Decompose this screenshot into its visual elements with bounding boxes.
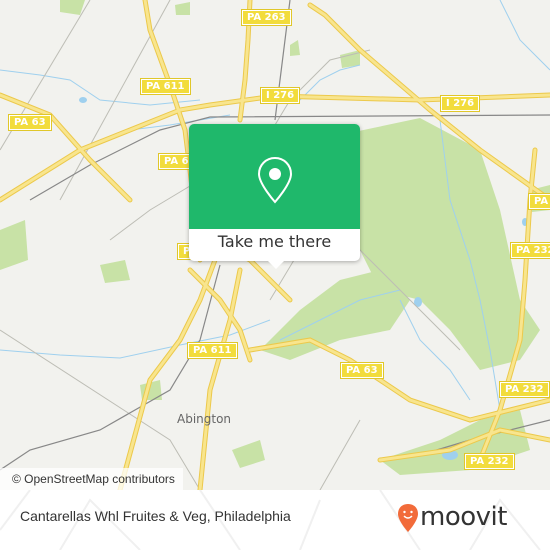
map-view[interactable]: PA 263 PA 611 I 276 I 276 PA 63 PA 6 PA … xyxy=(0,0,550,490)
road-shield-pa232: PA 232 xyxy=(510,242,550,259)
road-shield-pa263: PA 263 xyxy=(241,9,292,26)
place-name: Cantarellas Whl Fruites & Veg, Philadelp… xyxy=(20,508,291,524)
take-me-there-popup[interactable]: Take me there xyxy=(189,124,360,269)
map-attribution[interactable]: © OpenStreetMap contributors xyxy=(0,468,183,490)
location-pin-icon xyxy=(257,156,293,204)
popup-pointer xyxy=(267,260,285,269)
moovit-logo-icon xyxy=(398,504,418,532)
road-shield-pa63: PA 63 xyxy=(340,362,384,379)
road-shield-pa232: PA 232 xyxy=(499,381,550,398)
road-shield-pa63: PA 63 xyxy=(8,114,52,131)
road-shield-pa: PA xyxy=(527,193,550,210)
popup-header xyxy=(189,124,360,229)
road-shield-i276: I 276 xyxy=(439,95,481,112)
road-shield-pa611: PA 611 xyxy=(140,78,191,95)
moovit-logo-text: moovit xyxy=(420,502,507,532)
town-label-abington: Abington xyxy=(177,412,232,426)
road-shield-pa232: PA 232 xyxy=(464,453,515,470)
road-shield-i276: I 276 xyxy=(259,87,301,104)
road-shield-pa611: PA 611 xyxy=(187,342,238,359)
take-me-there-button[interactable]: Take me there xyxy=(189,232,360,251)
